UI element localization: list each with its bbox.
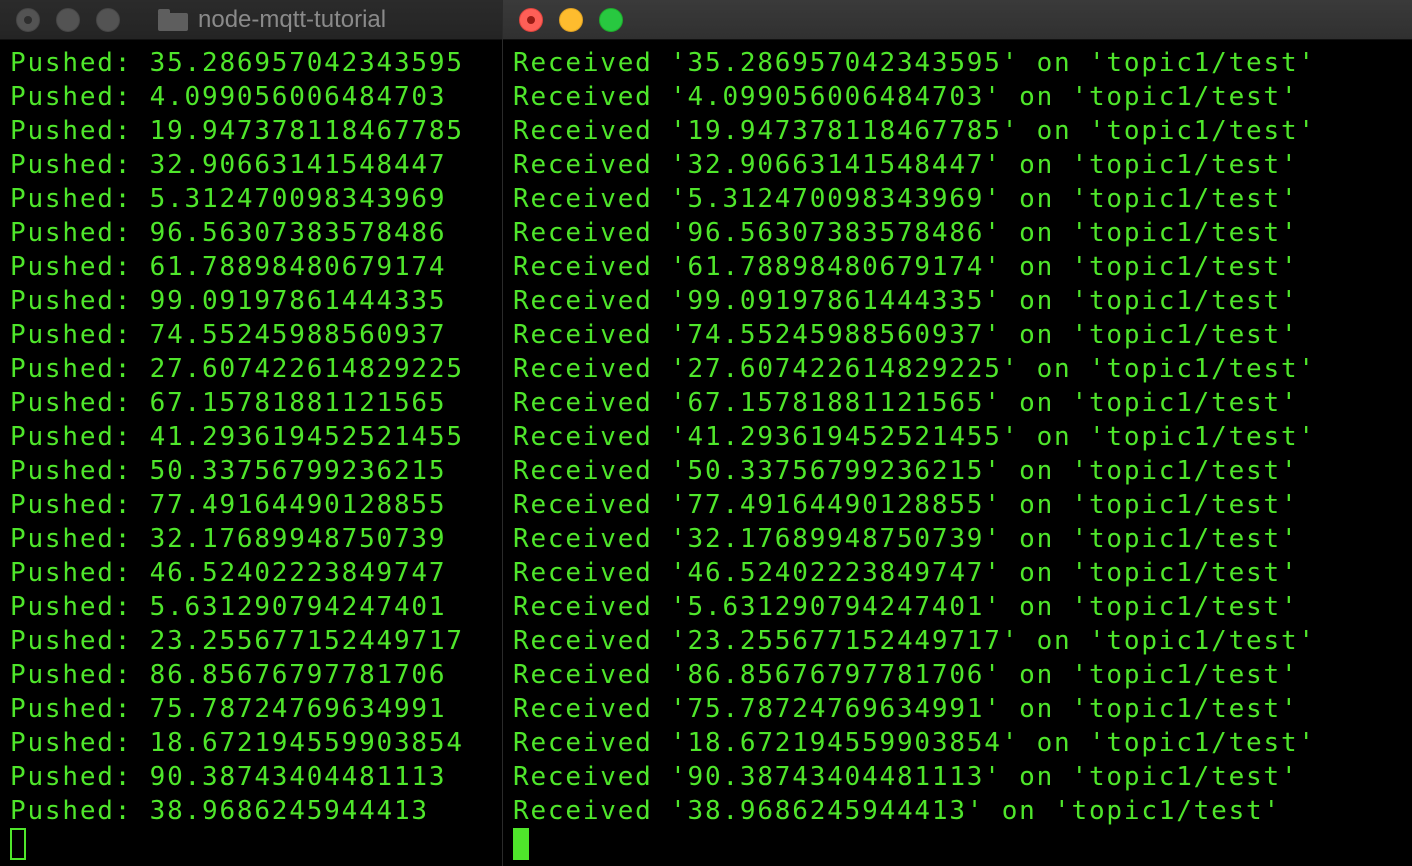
terminal-line: Pushed: 61.78898480679174 (10, 252, 447, 282)
terminal-line: Pushed: 86.85676797781706 (10, 660, 447, 690)
prompt-line[interactable] (513, 828, 1412, 862)
terminal-line: Pushed: 5.631290794247401 (10, 592, 447, 622)
terminal-line: Received '61.78898480679174' on 'topic1/… (513, 252, 1299, 282)
right-terminal-output[interactable]: Received '35.286957042343595' on 'topic1… (513, 46, 1412, 862)
right-window-controls (519, 7, 623, 32)
terminal-line: Received '5.312470098343969' on 'topic1/… (513, 184, 1299, 214)
terminal-line: Received '50.33756799236215' on 'topic1/… (513, 456, 1299, 486)
terminal-line: Received '32.90663141548447' on 'topic1/… (513, 150, 1299, 180)
minimize-button[interactable] (559, 7, 583, 32)
terminal-line: Pushed: 38.9686245944413 (10, 796, 429, 826)
right-terminal-window[interactable]: Received '35.286957042343595' on 'topic1… (502, 0, 1412, 866)
terminal-line: Received '75.78724769634991' on 'topic1/… (513, 694, 1299, 724)
terminal-line: Received '99.09197861444335' on 'topic1/… (513, 286, 1299, 316)
prompt-line[interactable] (10, 828, 502, 862)
left-terminal-output[interactable]: Pushed: 35.286957042343595 Pushed: 4.0990… (10, 46, 502, 862)
terminal-line: Pushed: 77.49164490128855 (10, 490, 447, 520)
terminal-line: Received '96.56307383578486' on 'topic1/… (513, 218, 1299, 248)
left-window-controls (16, 7, 120, 32)
terminal-line: Pushed: 27.607422614829225 (10, 354, 464, 384)
terminal-line: Received '23.255677152449717' on 'topic1… (513, 626, 1316, 656)
terminal-line: Received '38.9686245944413' on 'topic1/t… (513, 796, 1281, 826)
close-button[interactable] (16, 7, 40, 32)
terminal-line: Received '74.55245988560937' on 'topic1/… (513, 320, 1299, 350)
zoom-button[interactable] (96, 7, 120, 32)
minimize-button[interactable] (56, 7, 80, 32)
terminal-line: Received '18.672194559903854' on 'topic1… (513, 728, 1316, 758)
terminal-line: Received '4.099056006484703' on 'topic1/… (513, 82, 1299, 112)
terminal-line: Pushed: 99.09197861444335 (10, 286, 447, 316)
terminal-line: Pushed: 74.55245988560937 (10, 320, 447, 350)
terminal-line: Received '35.286957042343595' on 'topic1… (513, 48, 1316, 78)
text-cursor (10, 828, 26, 860)
terminal-line: Pushed: 75.78724769634991 (10, 694, 447, 724)
terminal-line: Received '67.15781881121565' on 'topic1/… (513, 388, 1299, 418)
terminal-line: Pushed: 19.947378118467785 (10, 116, 464, 146)
terminal-line: Received '19.947378118467785' on 'topic1… (513, 116, 1316, 146)
window-title-text: node-mqtt-tutorial (198, 5, 387, 33)
text-cursor (513, 828, 529, 860)
terminal-line: Pushed: 18.672194559903854 (10, 728, 464, 758)
terminal-line: Pushed: 32.90663141548447 (10, 150, 447, 180)
terminal-line: Pushed: 23.255677152449717 (10, 626, 464, 656)
left-titlebar[interactable]: node-mqtt-tutorial (0, 0, 502, 40)
terminal-line: Received '32.17689948750739' on 'topic1/… (513, 524, 1299, 554)
zoom-button[interactable] (599, 7, 623, 32)
terminal-line: Received '90.38743404481113' on 'topic1/… (513, 762, 1299, 792)
terminal-line: Received '46.52402223849747' on 'topic1/… (513, 558, 1299, 588)
terminal-line: Received '27.607422614829225' on 'topic1… (513, 354, 1316, 384)
terminal-line: Received '86.85676797781706' on 'topic1/… (513, 660, 1299, 690)
right-titlebar[interactable] (503, 0, 1412, 40)
close-button[interactable] (519, 7, 543, 32)
terminal-line: Pushed: 41.293619452521455 (10, 422, 464, 452)
terminal-line: Pushed: 32.17689948750739 (10, 524, 447, 554)
terminal-line: Pushed: 4.099056006484703 (10, 82, 447, 112)
terminal-line: Pushed: 90.38743404481113 (10, 762, 447, 792)
terminal-line: Pushed: 50.33756799236215 (10, 456, 447, 486)
folder-icon (158, 8, 188, 31)
terminal-line: Pushed: 5.312470098343969 (10, 184, 447, 214)
terminal-line: Pushed: 46.52402223849747 (10, 558, 447, 588)
terminal-line: Received '41.293619452521455' on 'topic1… (513, 422, 1316, 452)
terminal-line: Received '77.49164490128855' on 'topic1/… (513, 490, 1299, 520)
terminal-line: Pushed: 67.15781881121565 (10, 388, 447, 418)
terminal-line: Pushed: 35.286957042343595 (10, 48, 464, 78)
terminal-line: Pushed: 96.56307383578486 (10, 218, 447, 248)
window-title: node-mqtt-tutorial (158, 6, 386, 34)
left-terminal-window[interactable]: node-mqtt-tutorial Pushed: 35.2869570423… (0, 0, 502, 866)
terminal-line: Received '5.631290794247401' on 'topic1/… (513, 592, 1299, 622)
